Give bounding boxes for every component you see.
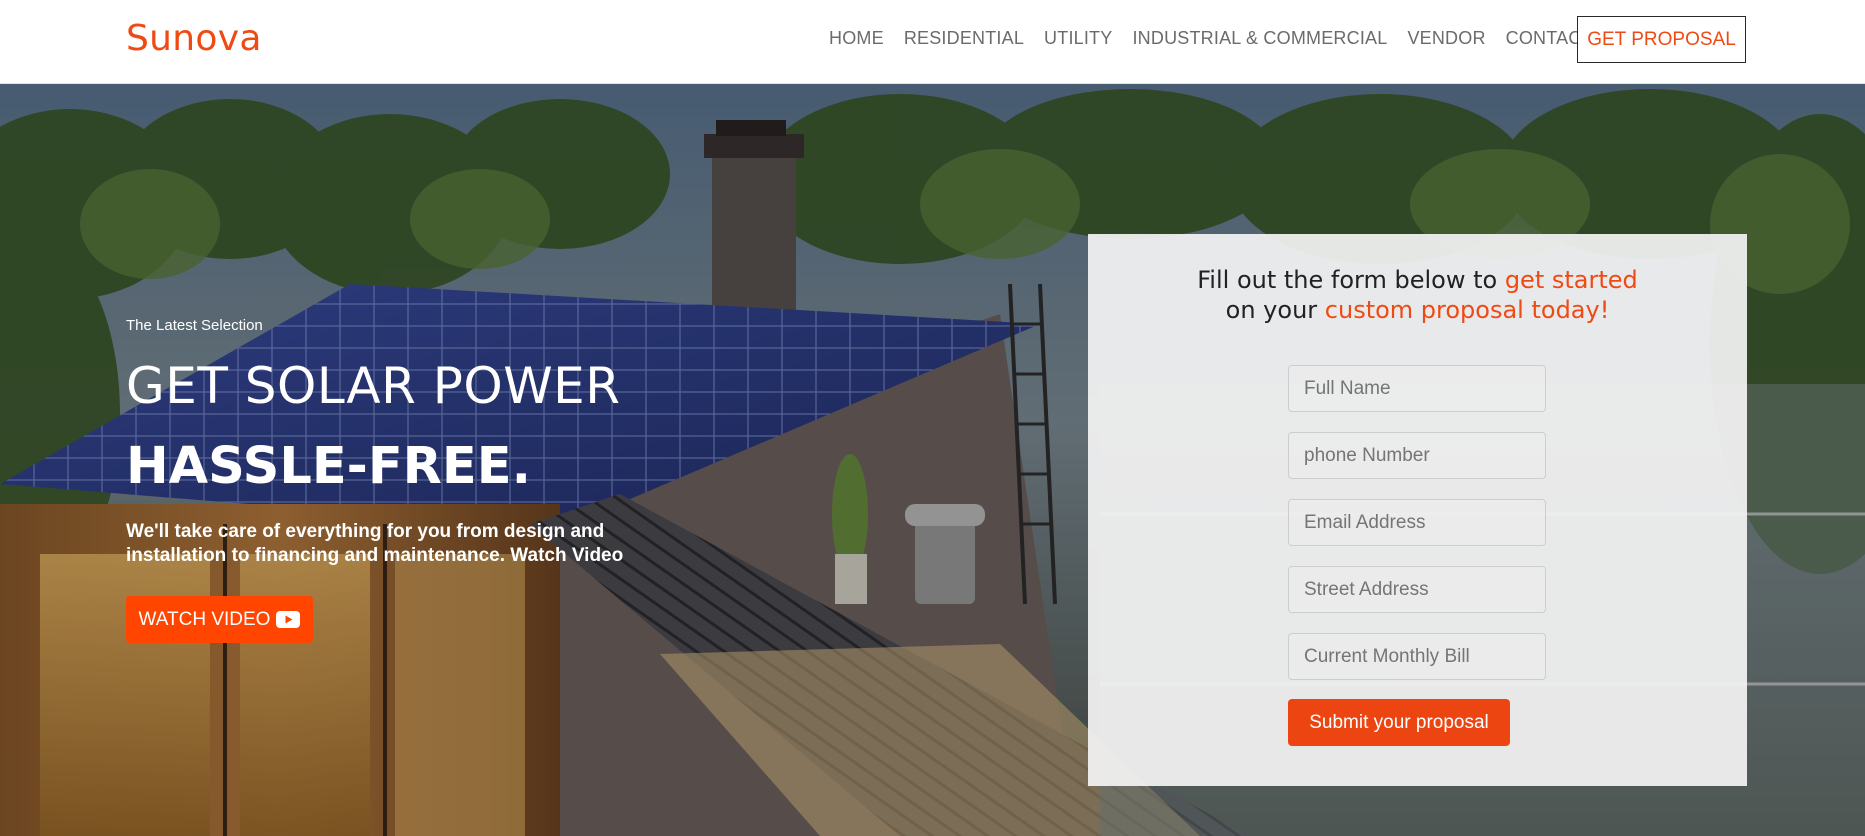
hero-headline-line2: HASSLE-FREE. (126, 437, 531, 496)
full-name-field[interactable] (1288, 365, 1546, 412)
form-heading-accent2: custom proposal today! (1324, 296, 1610, 324)
form-heading-part1: Fill out the form below to (1197, 266, 1505, 294)
proposal-form-card: Fill out the form below to get started o… (1088, 234, 1747, 786)
form-heading-part2: on your (1225, 296, 1325, 324)
nav-residential[interactable]: RESIDENTIAL (904, 28, 1024, 49)
hero-section: The Latest Selection GET SOLAR POWER HAS… (0, 84, 1865, 836)
nav-industrial-commercial[interactable]: INDUSTRIAL & COMMERCIAL (1132, 28, 1387, 49)
hero-headline-line1: GET SOLAR POWER (126, 357, 621, 415)
get-proposal-button[interactable]: GET PROPOSAL (1577, 16, 1746, 63)
nav-home[interactable]: HOME (829, 28, 884, 49)
street-address-field[interactable] (1288, 566, 1546, 613)
submit-proposal-button[interactable]: Submit your proposal (1288, 699, 1510, 746)
monthly-bill-field[interactable] (1288, 633, 1546, 680)
hero-eyebrow: The Latest Selection (126, 317, 263, 334)
brand-logo[interactable]: Sunova (126, 18, 262, 59)
nav-vendor[interactable]: VENDOR (1407, 28, 1485, 49)
email-address-field[interactable] (1288, 499, 1546, 546)
youtube-icon (276, 611, 301, 628)
main-nav: HOME RESIDENTIAL UTILITY INDUSTRIAL & CO… (829, 28, 1643, 49)
phone-number-field[interactable] (1288, 432, 1546, 479)
nav-utility[interactable]: UTILITY (1044, 28, 1112, 49)
hero-subtext: We'll take care of everything for you fr… (126, 521, 624, 566)
watch-video-button[interactable]: WATCH VIDEO (126, 596, 313, 643)
watch-video-label: WATCH VIDEO (138, 608, 271, 630)
form-heading: Fill out the form below to get started o… (1088, 265, 1747, 325)
form-heading-accent1: get started (1504, 266, 1638, 294)
top-navbar: Sunova HOME RESIDENTIAL UTILITY INDUSTRI… (0, 0, 1865, 84)
